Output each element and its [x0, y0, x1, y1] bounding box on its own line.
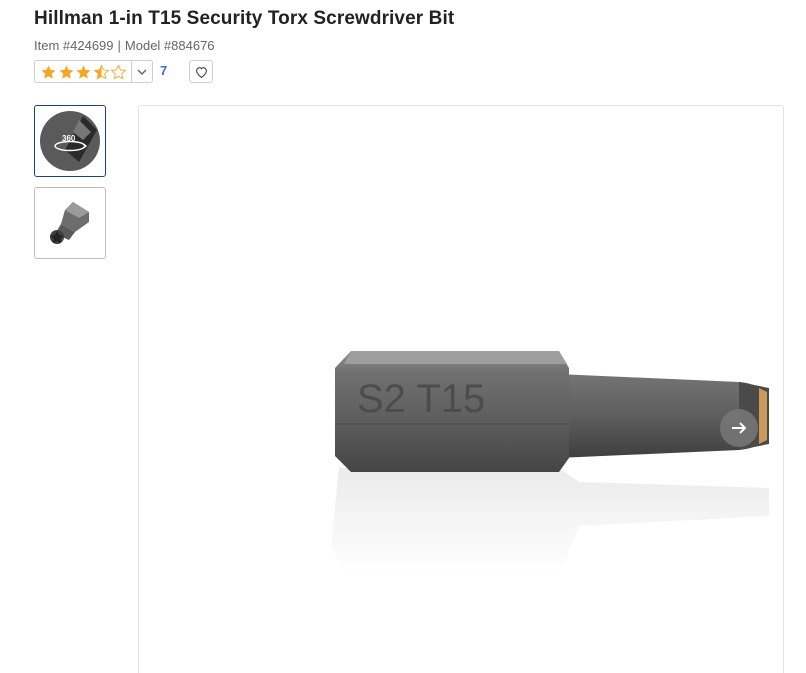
bit-engraving: S2 T15: [357, 377, 485, 421]
model-number: Model #884676: [124, 38, 215, 53]
arrow-right-icon: [732, 422, 747, 434]
torx-bit-product-photo: S2 T15: [331, 351, 769, 574]
thumbnail-360-view[interactable]: 360: [34, 105, 106, 177]
next-image-button[interactable]: [720, 409, 758, 447]
star-full-icon: [76, 64, 91, 79]
torx-bit-thumbnail: [50, 202, 89, 244]
thumbnail-bit-image[interactable]: [34, 187, 106, 259]
star-empty-icon: [110, 63, 127, 80]
star-full-icon: [59, 64, 73, 79]
rating-dropdown[interactable]: [34, 60, 153, 83]
star-half-icon: [92, 63, 110, 80]
review-count-link[interactable]: 7: [160, 63, 167, 78]
product-identifiers: Item #424699 | Model #884676: [34, 38, 215, 53]
product-title: Hillman 1-in T15 Security Torx Screwdriv…: [34, 8, 455, 29]
item-number: Item #424699: [34, 38, 114, 53]
chevron-down-icon: [132, 66, 152, 78]
star-full-icon: [41, 64, 56, 79]
heart-icon: [195, 66, 207, 78]
360-badge-label: 360: [62, 134, 76, 143]
favorite-button[interactable]: [189, 60, 213, 83]
separator: |: [117, 38, 121, 53]
main-product-image[interactable]: S2 T15: [138, 105, 784, 673]
star-rating: [35, 61, 132, 82]
